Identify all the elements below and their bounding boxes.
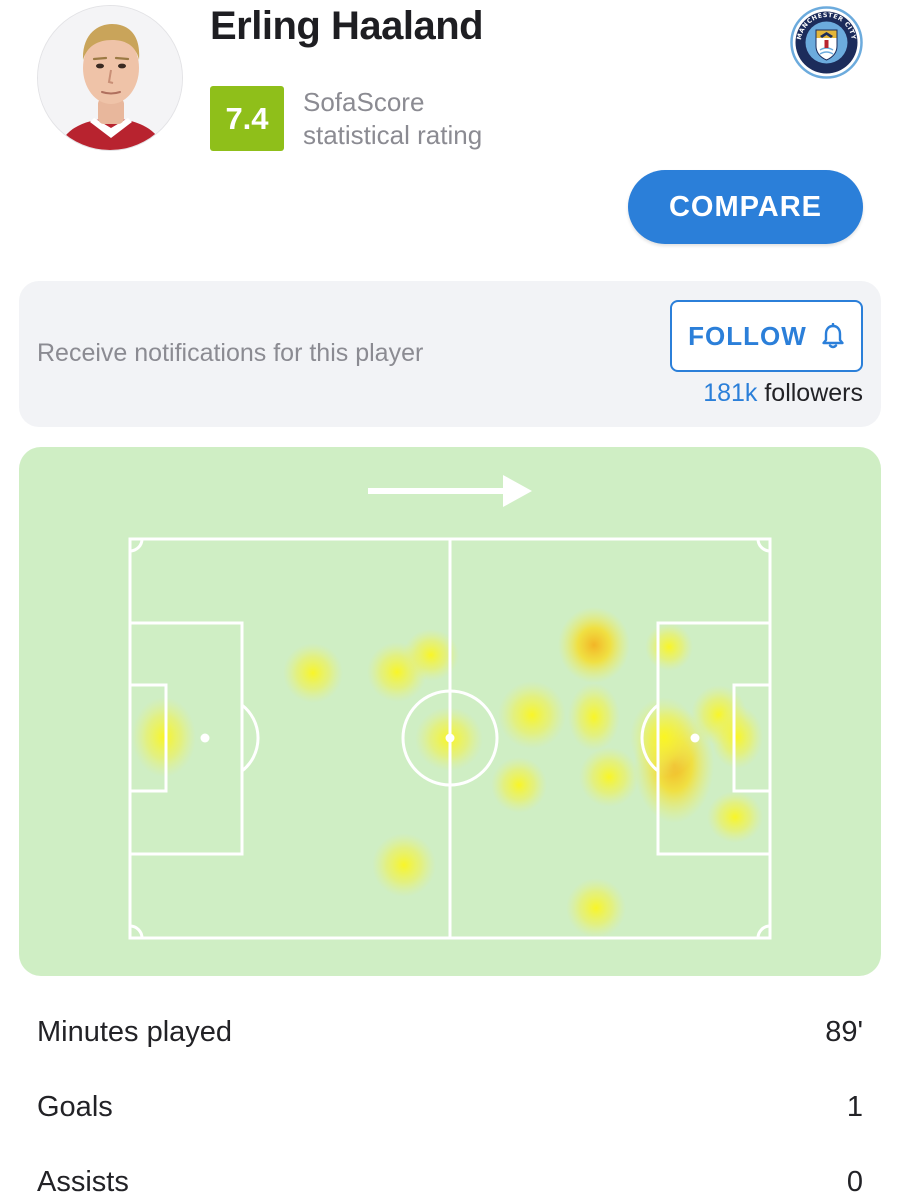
follow-button[interactable]: FOLLOW [670, 300, 863, 372]
stat-label: Goals [37, 1090, 113, 1123]
follow-card: Receive notifications for this player FO… [19, 281, 881, 427]
heatmap-card[interactable] [19, 447, 881, 976]
heat-blobs [132, 607, 763, 938]
rating-caption-line2: statistical rating [303, 120, 483, 150]
follow-prompt: Receive notifications for this player [37, 339, 424, 367]
followers-label: followers [757, 379, 863, 407]
followers-line: 181k followers [703, 379, 863, 408]
stat-value: 1 [846, 1090, 863, 1123]
rating-badge: 7.4 [210, 86, 284, 151]
manchester-city-crest-icon[interactable]: MANCHESTER CITY [790, 6, 863, 79]
attack-direction-arrow-icon [368, 475, 532, 507]
stat-row-goals: Goals 1 [37, 1087, 863, 1127]
stat-label: Assists [37, 1165, 129, 1198]
rating-caption: SofaScore statistical rating [303, 86, 482, 152]
rating-caption-line1: SofaScore [303, 87, 425, 117]
followers-count: 181k [703, 379, 758, 407]
stat-value: 0 [846, 1165, 863, 1198]
player-name: Erling Haaland [210, 4, 484, 48]
stat-row-minutes-played: Minutes played 89' [37, 1012, 863, 1052]
pitch-spots [200, 733, 700, 743]
stat-row-assists: Assists 0 [37, 1162, 863, 1202]
follow-button-label: FOLLOW [688, 320, 807, 351]
compare-button[interactable]: COMPARE [628, 170, 863, 244]
stat-label: Minutes played [37, 1015, 233, 1048]
stat-value: 89' [825, 1015, 863, 1048]
bell-icon [821, 323, 845, 349]
player-avatar [37, 5, 183, 151]
